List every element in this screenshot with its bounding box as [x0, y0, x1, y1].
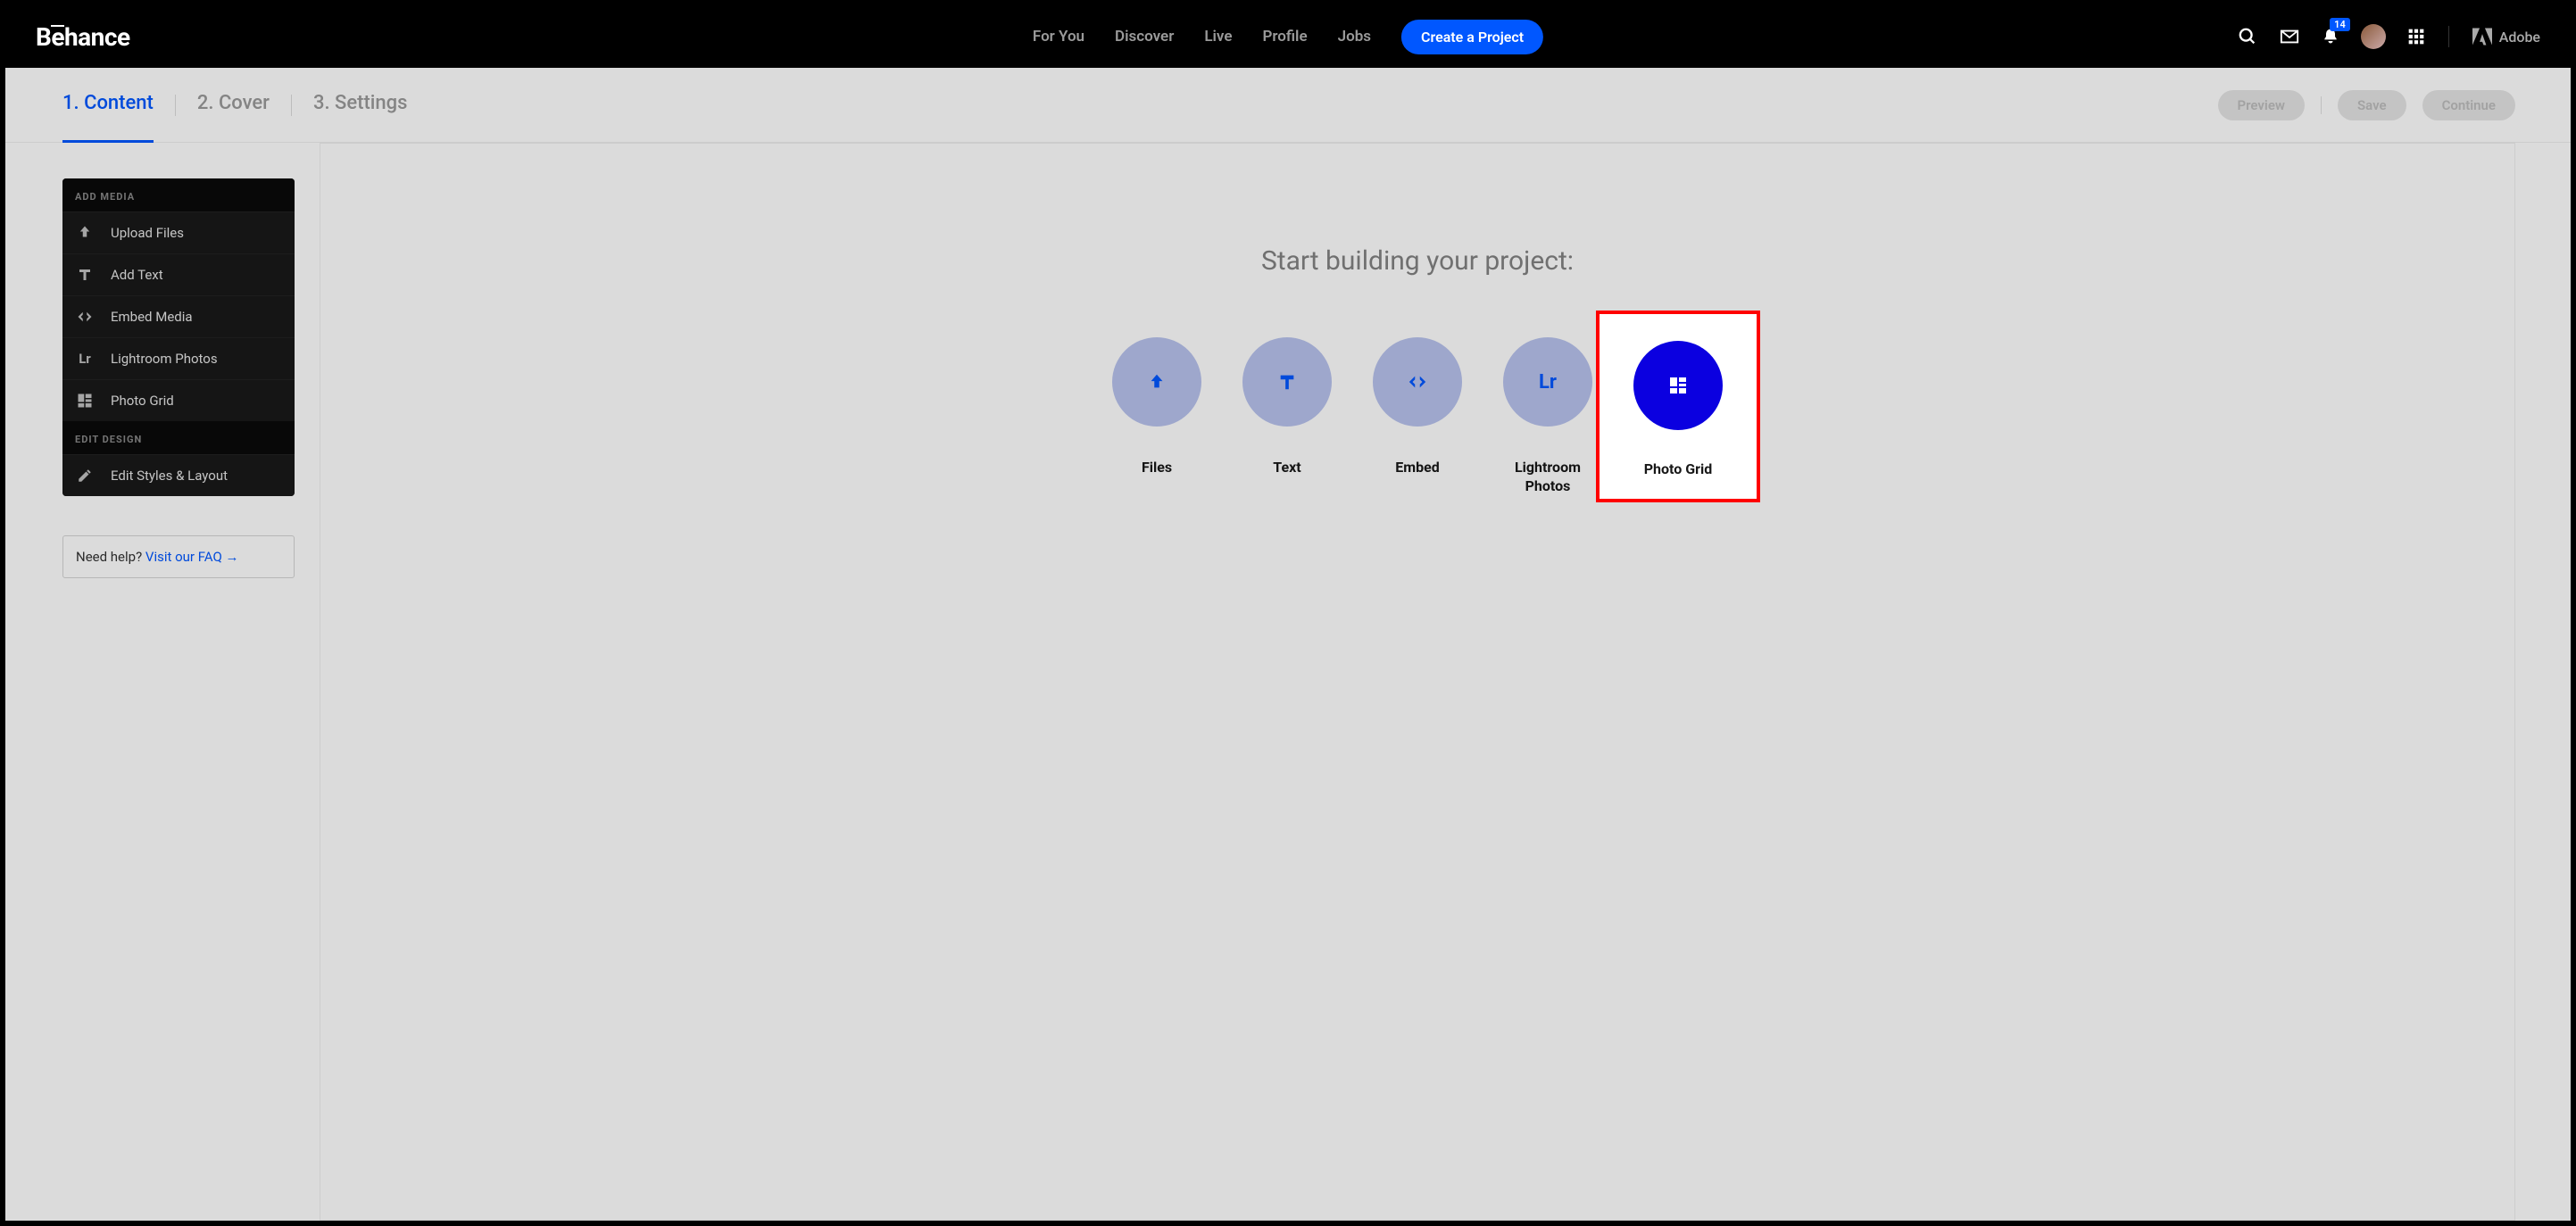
nav-discover[interactable]: Discover [1115, 28, 1174, 46]
nav-jobs[interactable]: Jobs [1338, 28, 1371, 46]
sidebar-item-label: Upload Files [111, 225, 184, 241]
help-text: Need help? [76, 549, 145, 565]
sidebar-item-embed[interactable]: Embed Media [62, 295, 295, 337]
notification-badge: 14 [2330, 18, 2350, 31]
search-icon[interactable] [2238, 27, 2257, 46]
upload-icon [75, 225, 95, 241]
sidebar-item-label: Photo Grid [111, 393, 174, 409]
mail-icon[interactable] [2279, 27, 2300, 46]
help-box: Need help? Visit our FAQ → [62, 535, 295, 578]
lightroom-icon: Lr [1539, 371, 1557, 393]
nav-profile[interactable]: Profile [1262, 28, 1307, 46]
tile-embed[interactable]: Embed [1373, 337, 1462, 496]
step-content[interactable]: 1. Content [62, 92, 154, 118]
grid-icon [1667, 375, 1689, 396]
separator [175, 95, 176, 116]
tile-label: Lightroom Photos [1515, 459, 1581, 496]
topbar: Behance For You Discover Live Profile Jo… [5, 5, 2571, 68]
save-button[interactable]: Save [2338, 90, 2406, 120]
sidebar-item-label: Embed Media [111, 309, 193, 325]
sidebar-section-edit-design: EDIT DESIGN [62, 421, 295, 454]
canvas-tiles: Files Text Embed Lr Lightroom Photos X [320, 337, 2514, 496]
adobe-link[interactable]: Adobe [2472, 28, 2540, 46]
tile-photo-grid-highlighted[interactable]: Photo Grid [1596, 311, 1760, 502]
editor-canvas: Start building your project: Files Text … [320, 143, 2515, 1221]
step-settings[interactable]: 3. Settings [313, 92, 408, 118]
sidebar-item-edit-styles[interactable]: Edit Styles & Layout [62, 454, 295, 496]
sidebar-section-add-media: ADD MEDIA [62, 178, 295, 211]
editor-steps-bar: 1. Content 2. Cover 3. Settings Preview … [5, 68, 2571, 143]
pencil-icon [75, 468, 95, 484]
step-cover[interactable]: 2. Cover [197, 92, 270, 118]
preview-button[interactable]: Preview [2218, 90, 2305, 120]
separator [2448, 26, 2449, 47]
tile-lightroom[interactable]: Lr Lightroom Photos [1503, 337, 1592, 496]
sidebar-item-lightroom[interactable]: Lr Lightroom Photos [62, 337, 295, 379]
create-project-button[interactable]: Create a Project [1401, 20, 1543, 54]
embed-icon [1406, 372, 1429, 392]
text-icon [1277, 372, 1297, 392]
adobe-icon [2472, 28, 2492, 46]
sidebar-item-label: Lightroom Photos [111, 351, 218, 367]
continue-button[interactable]: Continue [2422, 90, 2515, 120]
tile-label: Photo Grid [1644, 460, 1713, 479]
tile-label: Text [1273, 459, 1300, 477]
grid-icon [75, 393, 95, 409]
upload-icon [1147, 372, 1167, 392]
bell-icon[interactable]: 14 [2322, 27, 2339, 46]
sidebar-item-label: Add Text [111, 267, 163, 283]
tile-label: Embed [1395, 459, 1440, 477]
sidebar-item-photo-grid[interactable]: Photo Grid [62, 379, 295, 421]
behance-logo[interactable]: Behance [36, 22, 130, 52]
canvas-title: Start building your project: [320, 245, 2514, 277]
sidebar-item-text[interactable]: Add Text [62, 253, 295, 295]
faq-link[interactable]: Visit our FAQ → [145, 549, 239, 565]
add-media-sidebar: ADD MEDIA Upload Files Add Text Embed Me… [62, 178, 295, 496]
adobe-label: Adobe [2499, 29, 2540, 46]
tile-files[interactable]: Files [1112, 337, 1201, 496]
tile-text[interactable]: Text [1242, 337, 1332, 496]
apps-grid-icon[interactable] [2407, 28, 2425, 46]
main-nav: For You Discover Live Profile Jobs Creat… [1033, 20, 1543, 54]
sidebar-item-upload[interactable]: Upload Files [62, 211, 295, 253]
separator [2321, 96, 2322, 114]
avatar[interactable] [2361, 24, 2386, 49]
nav-live[interactable]: Live [1204, 28, 1232, 46]
sidebar-item-label: Edit Styles & Layout [111, 468, 228, 484]
text-icon [75, 267, 95, 283]
tile-label: Files [1142, 459, 1172, 477]
nav-for-you[interactable]: For You [1033, 28, 1084, 46]
separator [291, 95, 292, 116]
lightroom-icon: Lr [75, 351, 95, 367]
embed-icon [75, 309, 95, 325]
